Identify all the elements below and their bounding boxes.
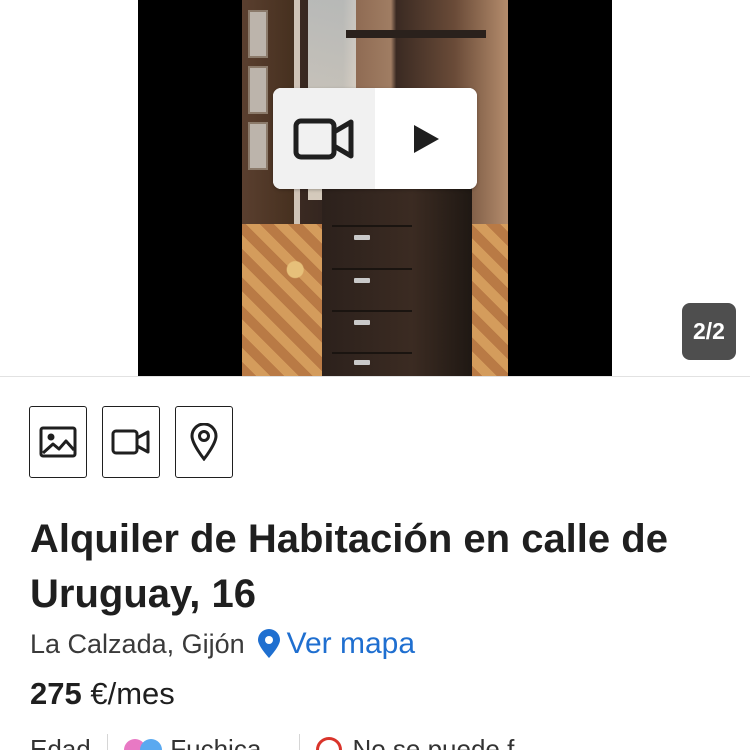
- video-play-overlay[interactable]: [273, 88, 477, 189]
- media-gallery[interactable]: 2/2: [0, 0, 750, 376]
- location-pin-icon: [190, 423, 218, 461]
- media-actions: [29, 406, 233, 478]
- dots-icon: [124, 738, 163, 750]
- location-text: La Calzada, Gijón: [30, 628, 245, 659]
- feature-row: Edad Fuchica... No se puede f...: [30, 734, 750, 750]
- map-button[interactable]: [175, 406, 233, 478]
- image-icon: [39, 426, 77, 458]
- video-button[interactable]: [102, 406, 160, 478]
- gallery-counter: 2/2: [682, 303, 736, 360]
- feature-item: Edad: [30, 734, 91, 750]
- price-unit: €/mes: [90, 676, 175, 711]
- video-frame[interactable]: [138, 0, 612, 376]
- feature-item: No se puede f...: [316, 734, 536, 750]
- view-map-link[interactable]: Ver mapa: [257, 627, 415, 661]
- video-camera-icon: [273, 88, 375, 189]
- price: 275 €/mes: [30, 676, 175, 712]
- no-smoking-icon: [316, 736, 343, 750]
- photos-button[interactable]: [29, 406, 87, 478]
- play-icon[interactable]: [375, 88, 477, 189]
- video-camera-icon: [111, 429, 150, 455]
- listing-title: Alquiler de Habitación en calle de Urugu…: [30, 517, 668, 616]
- divider: [0, 376, 750, 377]
- listing-page: 2/2 Alquiler de Habitación en calle de U…: [0, 0, 750, 750]
- view-map-label: Ver mapa: [286, 627, 416, 660]
- feature-item: Fuchica...: [124, 734, 283, 750]
- feature-separator: [106, 734, 109, 750]
- map-pin-icon: [257, 629, 280, 658]
- location-row: La Calzada, Gijón Ver mapa: [30, 626, 415, 662]
- price-amount: 275: [30, 676, 82, 711]
- feature-separator: [298, 734, 301, 750]
